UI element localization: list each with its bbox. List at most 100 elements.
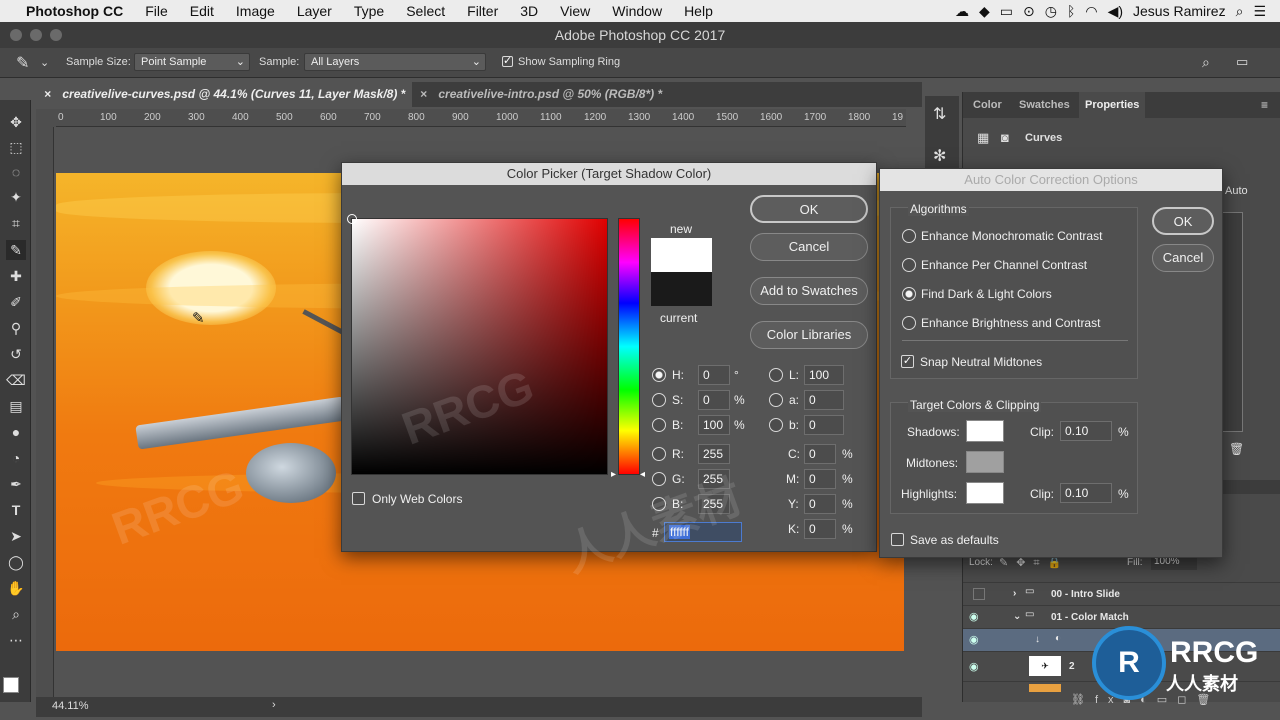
spotlight-icon[interactable]: ⌕ xyxy=(1236,3,1244,20)
lab-b-radio[interactable] xyxy=(769,418,783,432)
current-color-swatch[interactable] xyxy=(651,272,712,306)
layer-row[interactable]: › ▭ 00 - Intro Slide xyxy=(963,582,1280,605)
tab-creativelive-curves[interactable]: × creativelive-curves.psd @ 44.1% (Curve… xyxy=(36,82,412,107)
brush-settings-icon[interactable]: ✻ xyxy=(933,146,946,166)
show-sampling-ring-checkbox[interactable]: ✓ xyxy=(502,56,513,67)
eye-icon[interactable]: ◉ xyxy=(969,633,987,647)
hand-tool-icon[interactable]: ✋ xyxy=(6,578,26,598)
search-icon[interactable]: ⌕ xyxy=(1202,54,1210,71)
zoom-tool-icon[interactable]: ⌕ xyxy=(6,604,26,624)
wifi-icon[interactable]: ◠ xyxy=(1085,3,1097,20)
tab-properties[interactable]: Properties xyxy=(1079,92,1146,118)
shadows-color-swatch[interactable] xyxy=(966,420,1004,442)
menu-window[interactable]: Window xyxy=(601,3,673,19)
move-tool-icon[interactable]: ✥ xyxy=(6,112,26,132)
g-radio[interactable] xyxy=(652,472,666,486)
h-field[interactable]: 0 xyxy=(698,365,730,385)
r-radio[interactable] xyxy=(652,447,666,461)
algorithm-radio[interactable] xyxy=(902,287,916,301)
clone-stamp-tool-icon[interactable]: ⚲ xyxy=(6,318,26,338)
lab-b-field[interactable]: 0 xyxy=(804,415,844,435)
visibility-toggle[interactable] xyxy=(973,588,985,600)
menu-file[interactable]: File xyxy=(134,3,179,19)
algorithm-radio[interactable] xyxy=(902,316,916,330)
s-radio[interactable] xyxy=(652,393,666,407)
zoom-level[interactable]: 44.11% xyxy=(52,700,89,712)
color-field[interactable] xyxy=(347,214,608,475)
c-field[interactable]: 0 xyxy=(804,444,836,464)
menu-3d[interactable]: 3D xyxy=(509,3,549,19)
menu-view[interactable]: View xyxy=(549,3,601,19)
highlights-color-swatch[interactable] xyxy=(966,482,1004,504)
l-field[interactable]: 100 xyxy=(804,365,844,385)
pen-tool-icon[interactable]: ✒ xyxy=(6,474,26,494)
a-field[interactable]: 0 xyxy=(804,390,844,410)
eyedropper-tool-icon[interactable]: ✎ xyxy=(6,240,26,260)
save-as-defaults-checkbox[interactable] xyxy=(891,533,904,546)
menu-edit[interactable]: Edit xyxy=(179,3,225,19)
add-to-swatches-button[interactable]: Add to Swatches xyxy=(750,277,868,305)
sample-layers-select[interactable]: All Layers ⌄ xyxy=(304,53,486,71)
close-tab-icon[interactable]: × xyxy=(44,87,51,101)
dodge-tool-icon[interactable]: ◔ xyxy=(6,448,26,468)
algorithm-radio[interactable] xyxy=(902,229,916,243)
healing-brush-tool-icon[interactable]: ✚ xyxy=(6,266,26,286)
tab-creativelive-intro[interactable]: × creativelive-intro.psd @ 50% (RGB/8*) … xyxy=(420,82,700,107)
history-brush-tool-icon[interactable]: ↺ xyxy=(6,344,26,364)
menu-filter[interactable]: Filter xyxy=(456,3,509,19)
panel-menu-icon[interactable]: ≡ xyxy=(1261,98,1268,112)
a-radio[interactable] xyxy=(769,393,783,407)
algorithm-radio[interactable] xyxy=(902,258,916,272)
sample-size-select[interactable]: Point Sample ⌄ xyxy=(134,53,250,71)
b-field[interactable]: 100 xyxy=(698,415,730,435)
cancel-button[interactable]: Cancel xyxy=(750,233,868,261)
highlights-clip-field[interactable]: 0.10 xyxy=(1060,483,1112,503)
auto-button[interactable]: Auto xyxy=(1225,185,1253,203)
l-radio[interactable] xyxy=(769,368,783,382)
blur-tool-icon[interactable]: ● xyxy=(6,422,26,442)
creative-cloud-icon[interactable]: ☁ xyxy=(955,3,969,20)
midtones-color-swatch[interactable] xyxy=(966,451,1004,473)
menu-type[interactable]: Type xyxy=(343,3,395,19)
y-field[interactable]: 0 xyxy=(804,494,836,514)
path-selection-tool-icon[interactable]: ➤ xyxy=(6,526,26,546)
lock-icons[interactable]: ✎✥⌗🔒 xyxy=(999,556,1069,570)
volume-icon[interactable]: ◀) xyxy=(1108,3,1123,20)
bluetooth-icon[interactable]: ᛒ xyxy=(1067,3,1075,19)
auto-ok-button[interactable]: OK xyxy=(1152,207,1214,235)
delete-icon[interactable]: 🗑 xyxy=(1229,442,1244,456)
only-web-colors-checkbox[interactable] xyxy=(352,492,365,505)
airplay-icon[interactable]: ▭ xyxy=(1000,3,1013,20)
r-field[interactable]: 255 xyxy=(698,444,730,464)
m-field[interactable]: 0 xyxy=(804,469,836,489)
menu-list-icon[interactable]: ☰ xyxy=(1253,3,1266,20)
zoom-window-button[interactable] xyxy=(50,29,62,41)
shadows-clip-field[interactable]: 0.10 xyxy=(1060,421,1112,441)
more-tools-icon[interactable]: ⋯ xyxy=(6,630,26,650)
hue-slider-left-handle[interactable]: ▸ xyxy=(611,469,616,480)
snap-neutral-midtones-checkbox[interactable]: ✓ xyxy=(901,355,914,368)
close-tab-icon[interactable]: × xyxy=(420,87,427,101)
color-libraries-button[interactable]: Color Libraries xyxy=(750,321,868,349)
time-machine-icon[interactable]: ◷ xyxy=(1045,3,1057,20)
menu-select[interactable]: Select xyxy=(395,3,456,19)
s-field[interactable]: 0 xyxy=(698,390,730,410)
eraser-tool-icon[interactable]: ⌫ xyxy=(6,370,26,390)
hex-field[interactable]: ffffff xyxy=(664,522,742,542)
color-field-cursor[interactable] xyxy=(347,214,357,224)
b-radio[interactable] xyxy=(652,418,666,432)
shape-tool-icon[interactable]: ◯ xyxy=(6,552,26,572)
eyedropper-icon[interactable]: ✎ xyxy=(16,53,29,73)
tool-preset-chevron-icon[interactable]: ⌄ xyxy=(40,56,49,69)
h-radio[interactable] xyxy=(652,368,666,382)
menu-image[interactable]: Image xyxy=(225,3,286,19)
disclosure-arrow-icon[interactable]: › xyxy=(1013,588,1016,599)
quick-select-tool-icon[interactable]: ✦ xyxy=(6,187,26,207)
crop-tool-icon[interactable]: ⌗ xyxy=(6,213,26,233)
gradient-tool-icon[interactable]: ▤ xyxy=(6,396,26,416)
dropbox-icon[interactable]: ◆ xyxy=(979,3,990,20)
status-expand-icon[interactable]: › xyxy=(272,699,276,711)
eye-icon[interactable]: ◉ xyxy=(969,610,987,624)
tab-swatches[interactable]: Swatches xyxy=(1013,92,1076,118)
tab-color[interactable]: Color xyxy=(967,92,1008,118)
